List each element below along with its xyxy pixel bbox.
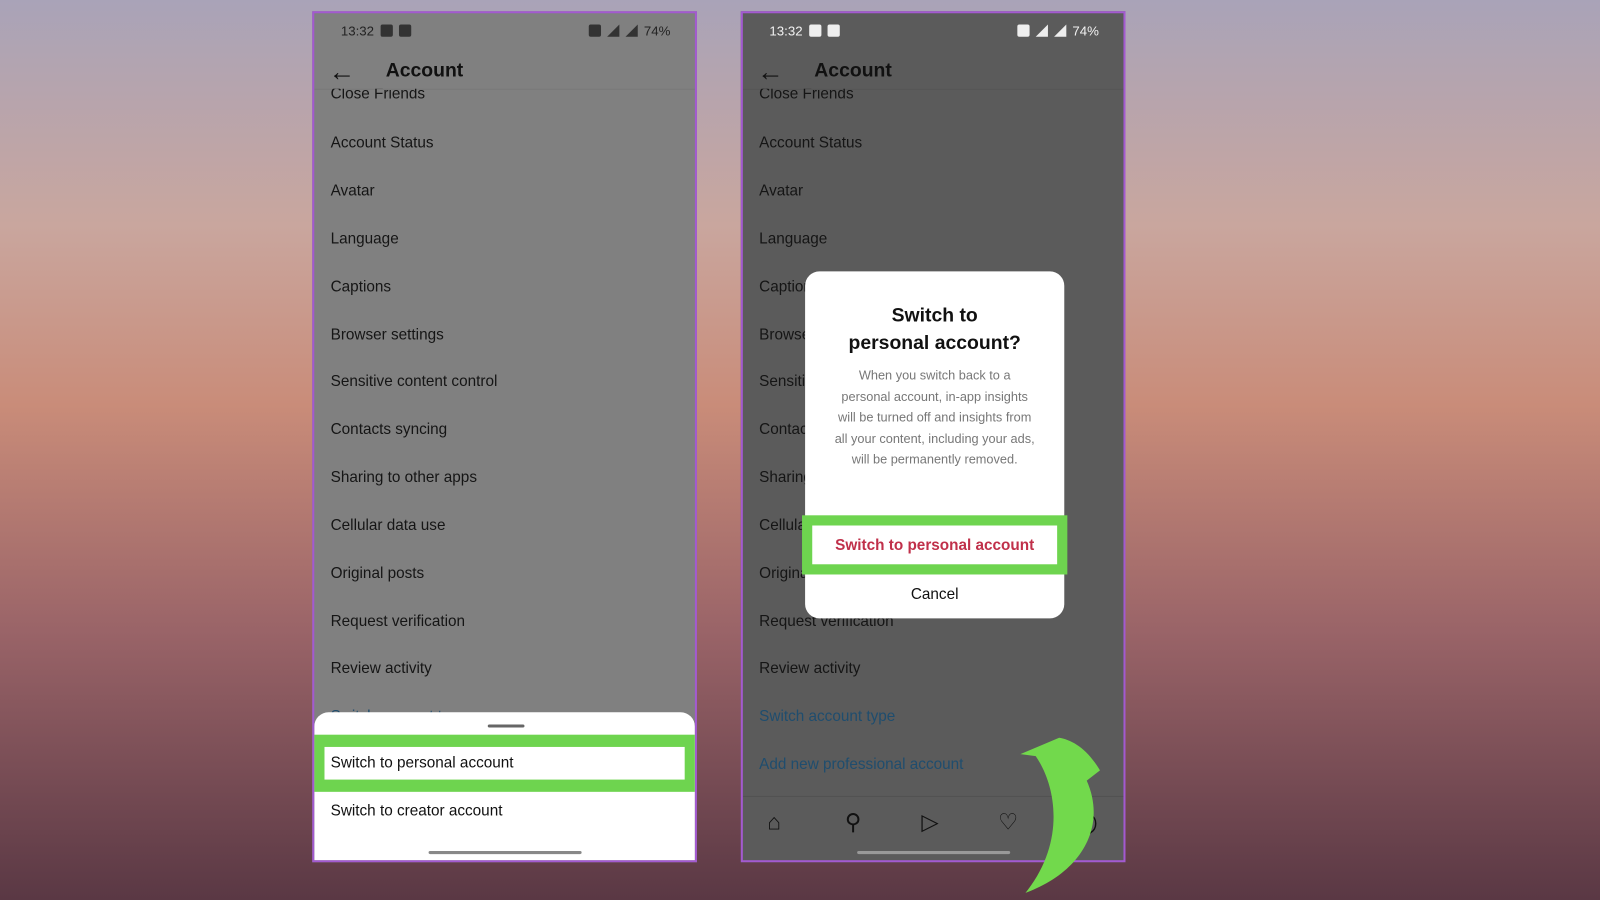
home-icon[interactable]: ⌂	[767, 809, 781, 836]
list-item-close-friends[interactable]: Close Friends	[759, 89, 853, 103]
list-item[interactable]: Browser settings	[331, 326, 444, 343]
list-item[interactable]: Avatar	[759, 182, 803, 199]
phone-screen-left: 13:32 74% ← Account Close Friends Accoun…	[312, 11, 697, 863]
switch-account-type-link[interactable]: Switch account type	[759, 708, 895, 725]
image-icon	[827, 24, 840, 37]
image-icon	[398, 24, 411, 37]
highlight-box: Switch to personal account	[802, 515, 1068, 575]
list-item[interactable]: Account Status	[331, 134, 434, 151]
arrow-left-icon[interactable]: ←	[329, 56, 370, 88]
notification-icon	[380, 24, 393, 37]
status-time: 13:32	[769, 22, 803, 39]
search-icon[interactable]: ⚲	[845, 809, 861, 836]
battery-level: 74%	[643, 22, 671, 39]
status-bar: 13:32 74%	[341, 21, 671, 39]
list-item[interactable]: Request verification	[331, 613, 465, 630]
notification-icon	[808, 24, 821, 37]
page-title: Account	[814, 60, 892, 82]
header: ← Account	[314, 54, 695, 90]
sheet-handle[interactable]	[487, 724, 525, 728]
switch-to-personal-option[interactable]: Switch to personal account	[331, 754, 514, 771]
arrow-shape	[1020, 737, 1100, 893]
switch-to-creator-option[interactable]: Switch to creator account	[331, 802, 503, 819]
signal-icon	[1054, 24, 1067, 37]
list-item[interactable]: Review activity	[331, 660, 432, 677]
list-item[interactable]: Contacts syncing	[331, 421, 448, 438]
home-indicator	[857, 851, 1011, 855]
page-title: Account	[385, 60, 464, 82]
list-item[interactable]: Original posts	[331, 565, 425, 582]
add-professional-account-link[interactable]: Add new professional account	[759, 756, 963, 773]
status-time: 13:32	[340, 22, 375, 39]
dialog-title: Switch to personal account?	[805, 302, 1064, 357]
list-item[interactable]: Avatar	[331, 182, 375, 199]
home-indicator	[428, 851, 582, 855]
list-item[interactable]: Review activity	[759, 660, 860, 677]
battery-level: 74%	[1072, 22, 1099, 39]
volte-icon	[588, 24, 601, 37]
signal-icon	[625, 24, 638, 37]
list-item[interactable]: Cellular data use	[331, 517, 446, 534]
list-item[interactable]: Language	[759, 230, 827, 247]
dialog-message: When you switch back to a personal accou…	[834, 368, 1035, 467]
status-bar: 13:32 74%	[769, 21, 1099, 39]
header: ← Account	[742, 54, 1124, 90]
confirm-dialog: Switch to personal account? When you swit…	[802, 271, 1068, 619]
settings-list: Close Friends Account Status Avatar Lang…	[314, 89, 695, 799]
arrow-left-icon[interactable]: ←	[757, 56, 798, 88]
list-item[interactable]: Sharing to other apps	[331, 469, 477, 486]
wifi-icon	[1035, 24, 1048, 37]
list-item[interactable]: Account Status	[759, 134, 862, 151]
switch-to-personal-button[interactable]: Switch to personal account	[812, 525, 1058, 565]
reels-icon[interactable]: ▷	[921, 809, 938, 836]
dialog-title-line1: Switch to	[891, 305, 978, 327]
list-item-close-friends[interactable]: Close Friends	[331, 89, 425, 103]
volte-icon	[1017, 24, 1030, 37]
green-arrow-annotation	[1020, 737, 1100, 893]
list-item[interactable]: Sensitive content control	[331, 373, 498, 390]
cancel-button[interactable]: Cancel	[805, 586, 1064, 603]
wifi-icon	[607, 24, 620, 37]
list-item[interactable]: Captions	[331, 278, 391, 295]
dialog-title-line2: personal account?	[848, 332, 1021, 355]
bottom-sheet: Switch to personal account Switch to cre…	[314, 712, 695, 861]
list-item[interactable]: Language	[331, 230, 399, 247]
